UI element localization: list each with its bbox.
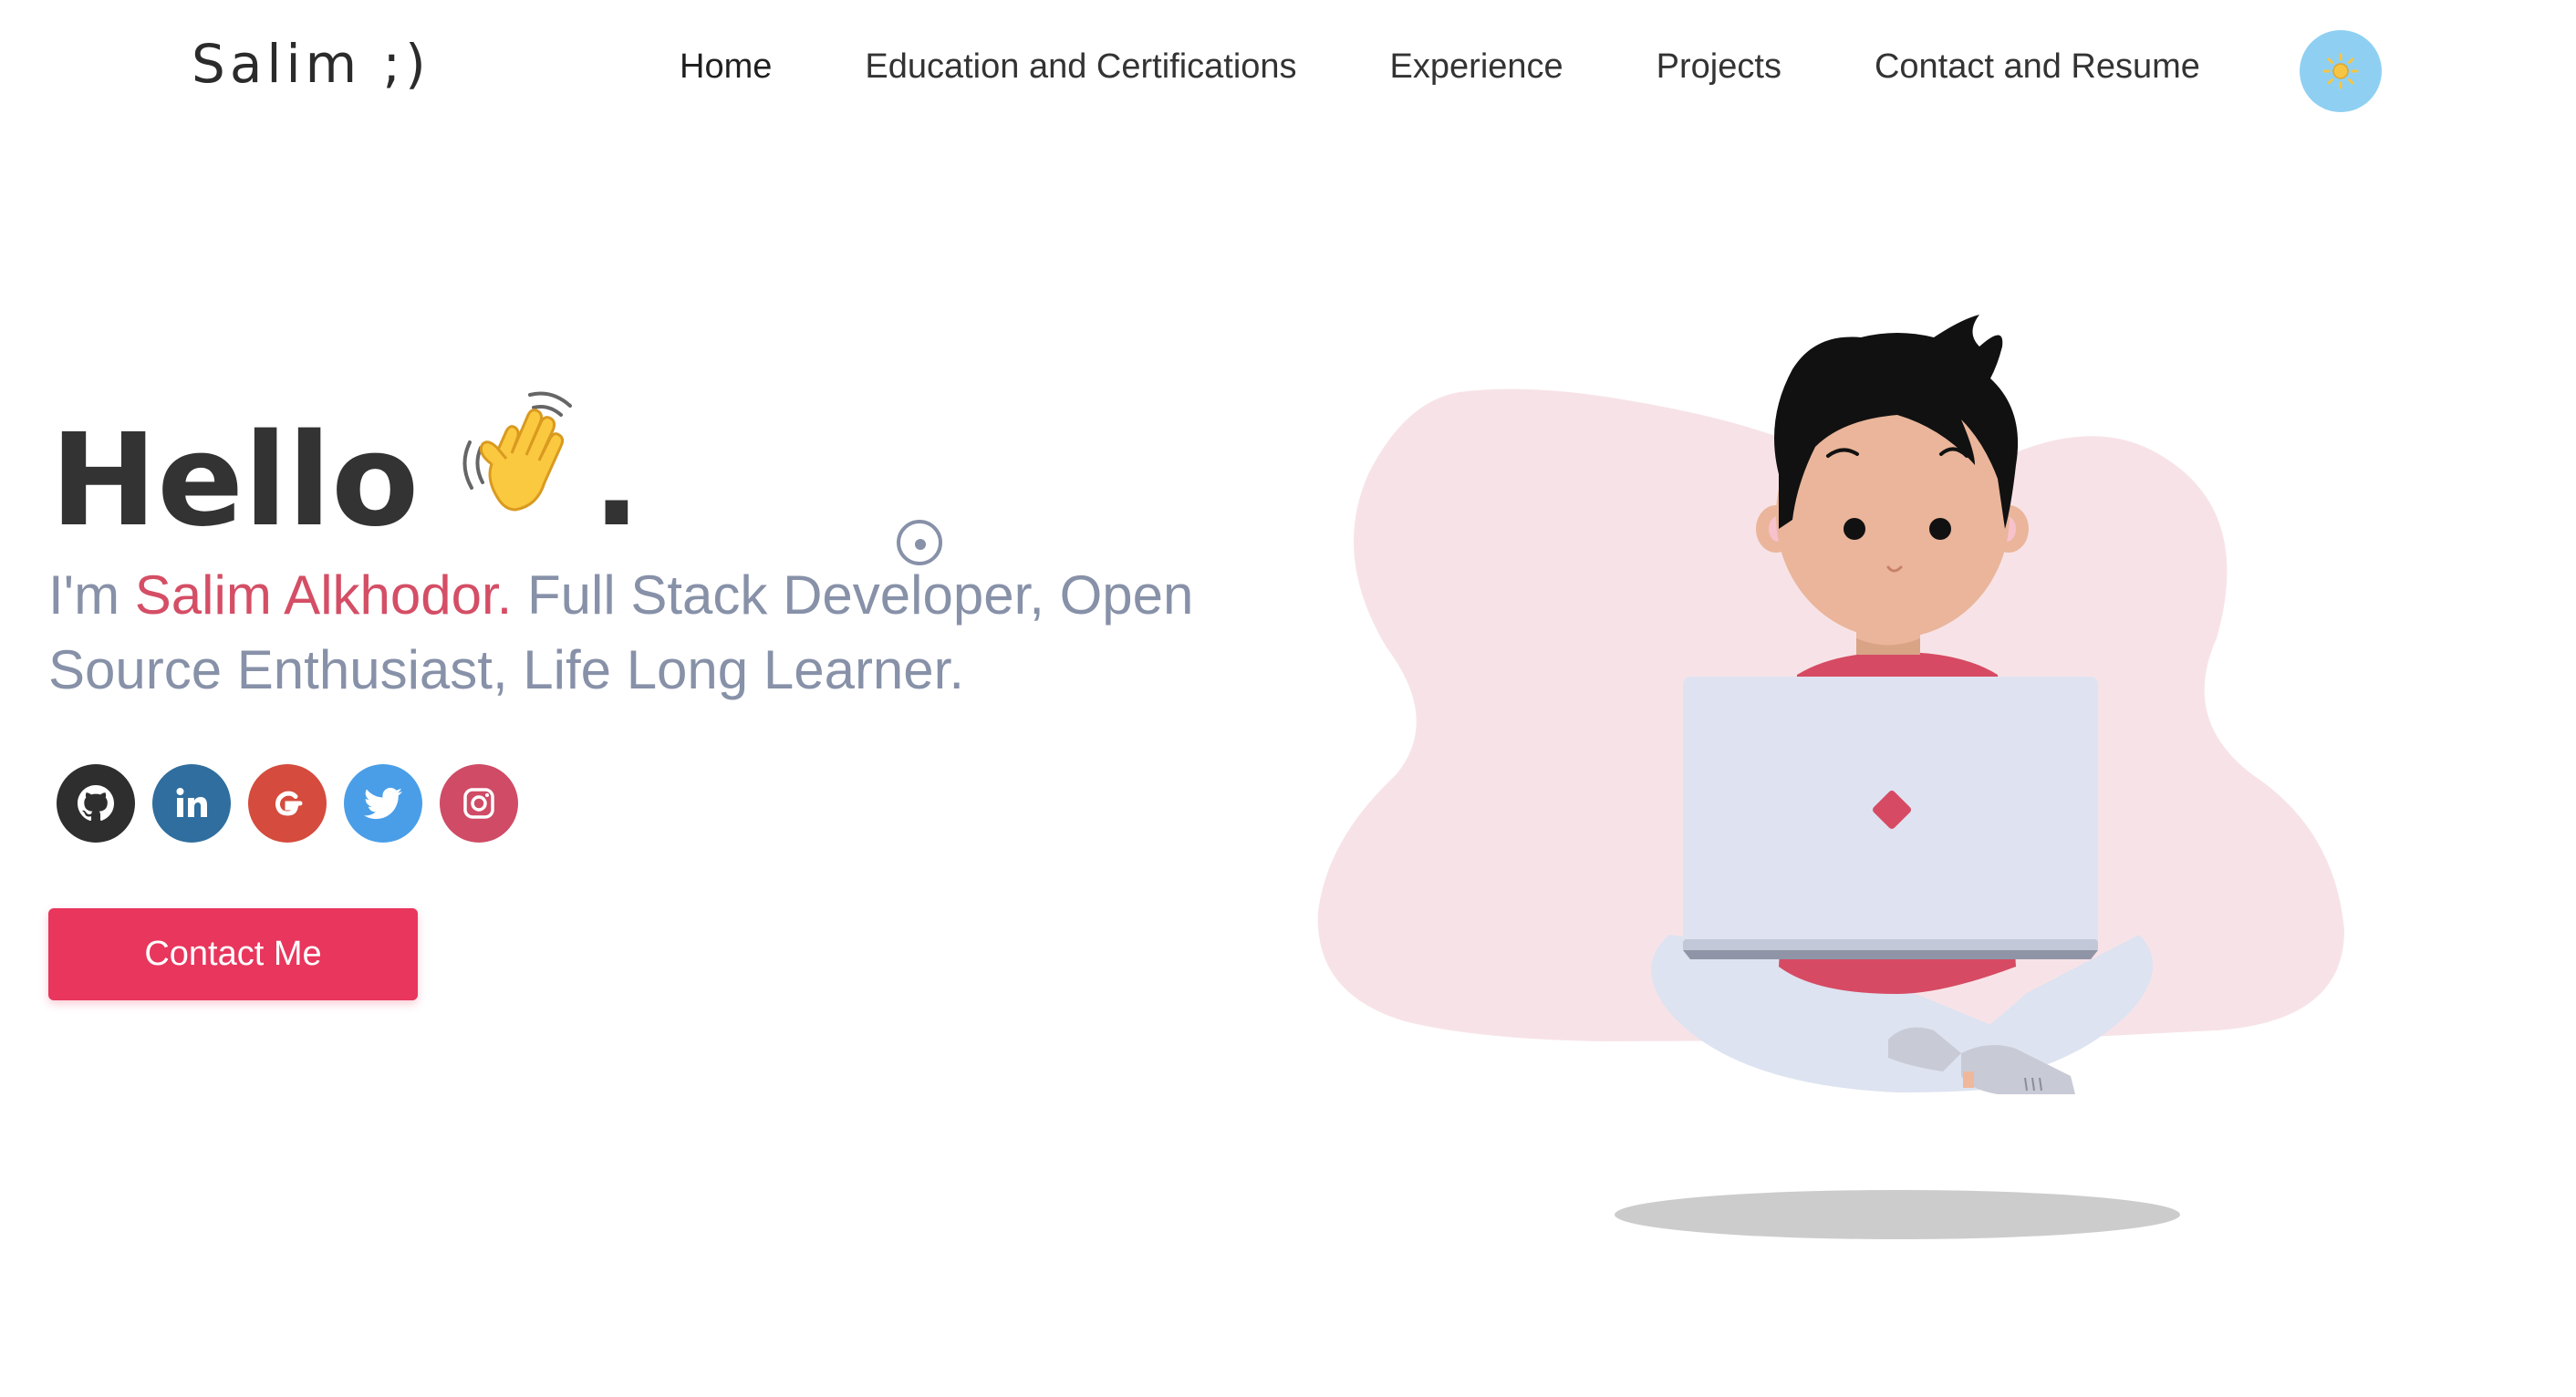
site-logo[interactable]: Salim ;) — [192, 33, 431, 95]
nav-experience[interactable]: Experience — [1390, 47, 1563, 87]
social-links — [57, 764, 535, 843]
greeting-punctuation: . — [592, 407, 641, 555]
developer-illustration — [1304, 292, 2508, 1258]
intro-prefix: I'm — [48, 564, 135, 626]
instagram-icon — [463, 788, 494, 819]
nav-home[interactable]: Home — [680, 47, 772, 87]
theme-toggle-button[interactable] — [2300, 30, 2382, 112]
twitter-link[interactable] — [344, 764, 422, 843]
author-name: Salim Alkhodor. — [134, 564, 513, 626]
nav-contact-resume[interactable]: Contact and Resume — [1875, 47, 2200, 87]
twitter-icon — [364, 787, 402, 820]
hero-greeting: Hello . — [50, 388, 640, 545]
github-link[interactable] — [57, 764, 135, 843]
portfolio-page: Salim ;) Home Education and Certificatio… — [0, 0, 2576, 1397]
google-link[interactable] — [248, 764, 327, 843]
linkedin-link[interactable] — [152, 764, 231, 843]
github-icon — [78, 785, 114, 822]
hero-intro: I'm Salim Alkhodor. Full Stack Developer… — [48, 558, 1234, 708]
nav-education[interactable]: Education and Certifications — [865, 47, 1296, 87]
greeting-text: Hello — [50, 407, 420, 555]
nav-projects[interactable]: Projects — [1657, 47, 1781, 87]
instagram-link[interactable] — [440, 764, 518, 843]
waving-hand-icon — [450, 388, 587, 545]
linkedin-icon — [176, 788, 207, 817]
contact-me-button[interactable]: Contact Me — [48, 908, 418, 1000]
main-nav: Home Education and Certifications Experi… — [680, 47, 2200, 87]
sun-icon — [2322, 53, 2359, 89]
google-icon — [275, 791, 303, 816]
